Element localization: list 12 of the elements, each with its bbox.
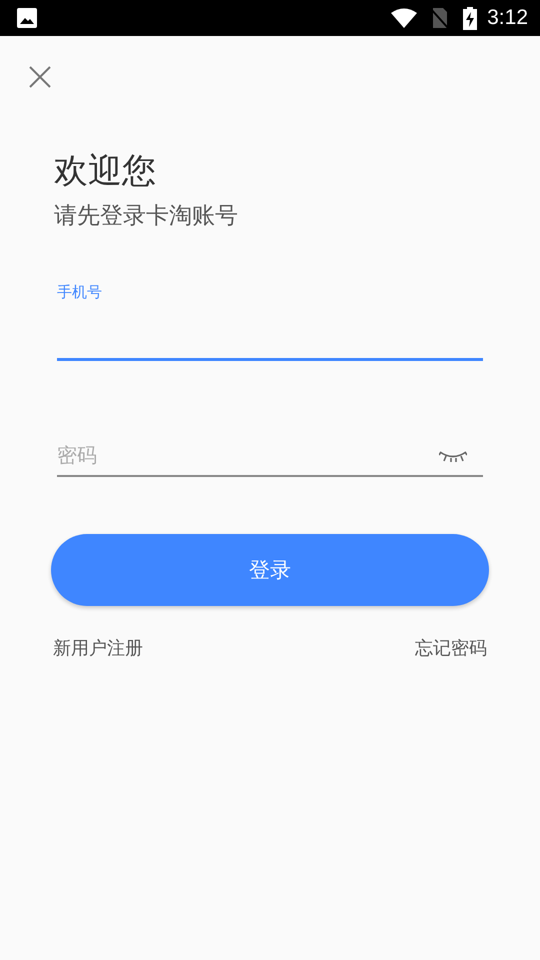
forgot-password-link[interactable]: 忘记密码 bbox=[415, 636, 487, 660]
welcome-title: 欢迎您 bbox=[54, 151, 157, 191]
battery-charging-icon bbox=[463, 6, 478, 30]
password-field[interactable]: 密码 bbox=[57, 417, 483, 477]
register-link[interactable]: 新用户注册 bbox=[53, 636, 143, 660]
clock-time: 3:12 bbox=[487, 6, 528, 30]
image-icon bbox=[17, 8, 37, 28]
closed-eye-icon[interactable] bbox=[439, 451, 467, 463]
field-label: 手机号 bbox=[57, 283, 102, 302]
welcome-subtitle: 请先登录卡淘账号 bbox=[54, 202, 239, 231]
close-icon[interactable] bbox=[29, 66, 51, 88]
wifi-icon bbox=[391, 8, 418, 28]
